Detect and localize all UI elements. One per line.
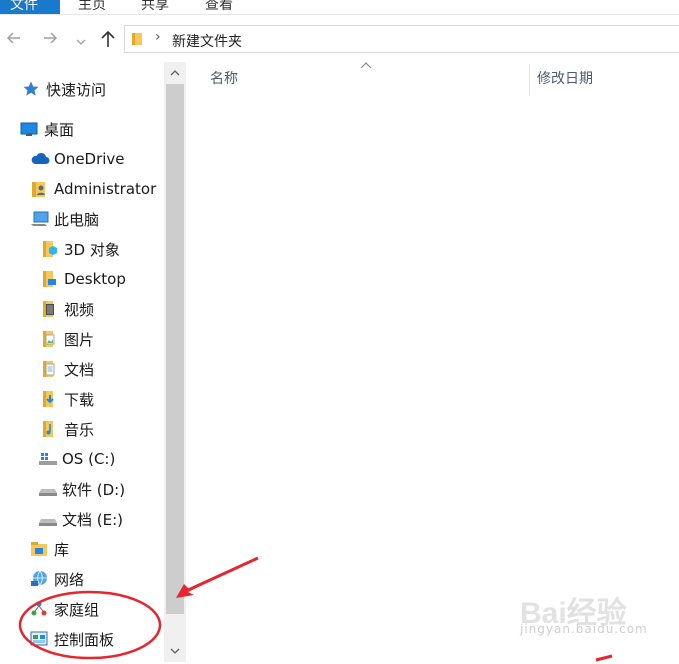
up-button[interactable] xyxy=(100,30,116,53)
folder-3d-icon xyxy=(40,240,58,258)
chevron-down-icon xyxy=(170,648,180,654)
network-icon xyxy=(30,570,48,588)
navigation-bar: › 新建文件夹 xyxy=(0,22,679,58)
nav-administrator[interactable]: Administrator xyxy=(30,174,156,204)
user-folder-icon xyxy=(30,180,48,198)
nav-quick-access[interactable]: 快速访问 xyxy=(22,74,106,104)
nav-libraries[interactable]: 库 xyxy=(30,534,69,564)
column-divider[interactable] xyxy=(529,64,530,96)
desktop-icon xyxy=(20,120,38,138)
nav-item-label: 文档 (E:) xyxy=(62,510,124,529)
nav-item-label: 网络 xyxy=(54,570,85,589)
nav-drive-e[interactable]: 文档 (E:) xyxy=(38,504,123,534)
nav-scrollbar[interactable] xyxy=(164,62,186,662)
control-panel-icon xyxy=(30,630,48,648)
scroll-up-button[interactable] xyxy=(164,62,186,84)
nav-item-label: 快速访问 xyxy=(46,80,107,99)
folder-music-icon xyxy=(40,420,58,438)
star-icon xyxy=(22,80,40,98)
nav-documents[interactable]: 文档 xyxy=(40,354,94,384)
homegroup-icon xyxy=(30,600,48,618)
nav-control-panel[interactable]: 控制面板 xyxy=(30,624,114,654)
nav-desktop[interactable]: 桌面 xyxy=(20,114,74,144)
breadcrumb-separator[interactable]: › xyxy=(155,29,161,45)
folder-document-icon xyxy=(40,360,58,378)
nav-pictures[interactable]: 图片 xyxy=(40,324,94,354)
nav-item-label: 3D 对象 xyxy=(64,240,120,259)
nav-3d-objects[interactable]: 3D 对象 xyxy=(40,234,120,264)
arrow-up-icon xyxy=(101,30,115,47)
nav-item-label: 音乐 xyxy=(64,420,95,439)
nav-item-label: Desktop xyxy=(64,270,126,288)
nav-item-label: 图片 xyxy=(64,330,95,349)
nav-item-label: 下载 xyxy=(64,390,95,409)
nav-item-label: 桌面 xyxy=(44,120,75,139)
tab-file[interactable]: 文件 xyxy=(0,0,60,14)
folder-video-icon xyxy=(40,300,58,318)
nav-desktop-folder[interactable]: Desktop xyxy=(40,264,126,294)
folder-download-icon xyxy=(40,390,58,408)
cloud-icon xyxy=(30,150,50,168)
nav-item-label: 视频 xyxy=(64,300,95,319)
nav-item-label: 文档 xyxy=(64,360,95,379)
address-bar[interactable]: › 新建文件夹 xyxy=(124,25,679,53)
drive-icon xyxy=(38,480,57,498)
scroll-down-button[interactable] xyxy=(164,640,186,662)
nav-item-label: OS (C:) xyxy=(62,450,116,468)
nav-item-label: 此电脑 xyxy=(54,210,100,229)
tab-view[interactable]: 查看 xyxy=(205,0,233,14)
nav-this-pc[interactable]: 此电脑 xyxy=(30,204,99,234)
nav-videos[interactable]: 视频 xyxy=(40,294,94,324)
folder-desktop-icon xyxy=(40,270,58,288)
ribbon-tabs: 文件 主页 共享 查看 xyxy=(0,0,679,15)
tab-share[interactable]: 共享 xyxy=(141,0,169,14)
tab-home[interactable]: 主页 xyxy=(78,0,106,14)
nav-item-label: 软件 (D:) xyxy=(62,480,126,499)
breadcrumb-current[interactable]: 新建文件夹 xyxy=(172,31,242,51)
arrow-right-icon xyxy=(44,32,58,44)
folder-icon xyxy=(132,33,142,45)
nav-drive-c[interactable]: OS (C:) xyxy=(38,444,115,474)
library-icon xyxy=(30,540,48,558)
nav-item-label: 家庭组 xyxy=(54,600,100,619)
sort-ascending-icon xyxy=(360,58,372,72)
computer-icon xyxy=(30,210,49,228)
recent-locations-button[interactable] xyxy=(76,32,86,52)
nav-downloads[interactable]: 下载 xyxy=(40,384,94,414)
nav-drive-d[interactable]: 软件 (D:) xyxy=(38,474,125,504)
folder-picture-icon xyxy=(40,330,58,348)
nav-music[interactable]: 音乐 xyxy=(40,414,94,444)
column-header-name[interactable]: 名称 xyxy=(210,68,238,88)
drive-icon xyxy=(38,510,57,528)
back-button[interactable] xyxy=(6,30,22,51)
nav-onedrive[interactable]: OneDrive xyxy=(30,144,125,174)
scroll-thumb[interactable] xyxy=(166,84,184,614)
column-header-modified[interactable]: 修改日期 xyxy=(537,68,593,88)
chevron-up-icon xyxy=(170,70,180,76)
arrow-left-icon xyxy=(6,32,20,44)
watermark-url: jingyan.baidu.com xyxy=(520,622,648,636)
nav-item-label: OneDrive xyxy=(54,150,125,168)
forward-button[interactable] xyxy=(42,30,58,51)
nav-network[interactable]: 网络 xyxy=(30,564,84,594)
nav-item-label: Administrator xyxy=(54,180,157,198)
chevron-down-icon xyxy=(76,39,86,45)
windows-drive-icon xyxy=(38,450,57,468)
navigation-pane: 快速访问 桌面 OneDrive Administrator 此电脑 3D 对象… xyxy=(0,62,186,664)
nav-item-label: 库 xyxy=(54,540,70,559)
file-list[interactable]: 名称 修改日期 xyxy=(186,62,679,664)
nav-item-label: 控制面板 xyxy=(54,630,115,649)
nav-homegroup[interactable]: 家庭组 xyxy=(30,594,99,624)
